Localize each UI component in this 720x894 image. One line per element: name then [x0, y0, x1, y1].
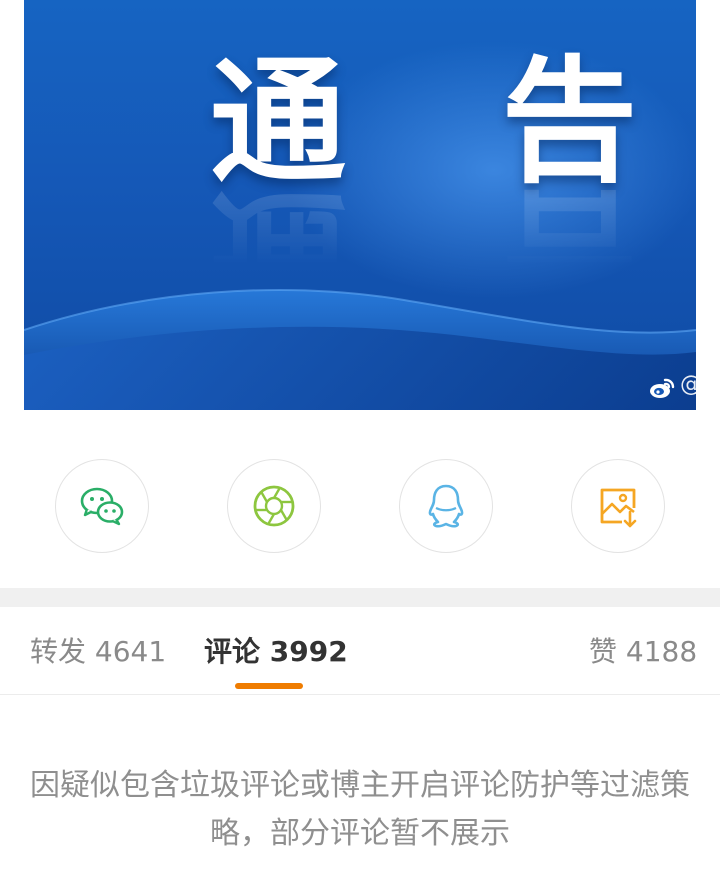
save-image-icon: [600, 488, 637, 528]
announcement-banner-image[interactable]: 通 告 通 告: [24, 0, 696, 410]
notice-line-1: 因疑似包含垃圾评论或博主开启评论防护等过滤策: [30, 768, 690, 803]
section-divider: [0, 588, 720, 607]
weibo-logo-icon: [650, 378, 675, 398]
wechat-icon: [80, 487, 124, 526]
weibo-post-page: 通 告 通 告 @ 转发 4641 评论 3992 赞 4188 因疑似包含垃圾…: [0, 0, 720, 894]
tab-bar-divider: [0, 694, 720, 695]
comments-filtered-notice: 因疑似包含垃圾评论或博主开启评论防护等过滤策 略，部分评论暂不展示: [0, 762, 720, 858]
banner-watermark-text: @: [680, 372, 702, 397]
banner-title: 通 告: [210, 44, 692, 202]
active-tab-indicator: [235, 683, 303, 689]
share-wechat-button[interactable]: [55, 459, 149, 553]
notice-line-2: 略，部分评论暂不展示: [210, 816, 510, 851]
share-qq-button[interactable]: [399, 459, 493, 553]
save-image-button[interactable]: [571, 459, 665, 553]
tab-likes[interactable]: 赞 4188: [589, 630, 697, 674]
share-moments-button[interactable]: [227, 459, 321, 553]
tab-comments[interactable]: 评论 3992: [204, 630, 348, 674]
moments-icon: [253, 485, 295, 527]
qq-icon: [428, 484, 464, 528]
tab-reposts[interactable]: 转发 4641: [30, 630, 166, 674]
